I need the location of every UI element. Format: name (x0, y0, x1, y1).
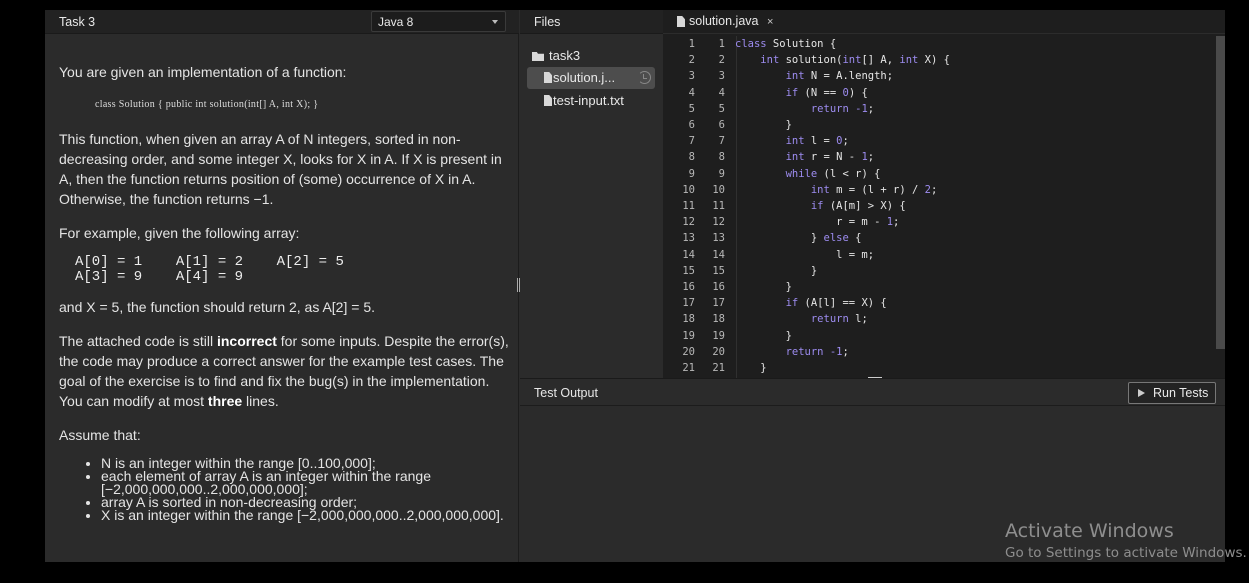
assumption-list: N is an integer within the range [0..100… (101, 456, 509, 522)
watermark-title: Activate Windows (1005, 520, 1174, 542)
incorrect-bold: incorrect (216, 333, 277, 349)
description-text: This function, when given an array A of … (59, 131, 502, 207)
line-number: 12 (682, 216, 695, 229)
example-result-text: and X = 5, the function should return 2,… (59, 299, 375, 315)
line-number: 2 (718, 54, 725, 67)
editor-scrollbar[interactable] (1216, 36, 1225, 349)
code-text-area[interactable]: 1 2 3 4 5 6 7 8 9 10 11 12 13 14 15 16 1… (663, 36, 1209, 378)
files-panel: Files task3 solution.j... test-input.txt (520, 10, 1138, 378)
line-number: 9 (718, 167, 725, 180)
folder-task3[interactable]: task3 (532, 48, 580, 63)
line-number: 20 (682, 345, 695, 358)
line-number: 14 (682, 248, 695, 261)
chevron-down-icon (492, 20, 498, 24)
line-number: 1 (688, 38, 695, 50)
play-icon (1138, 389, 1145, 397)
files-title: Files (534, 15, 561, 29)
line-number: 15 (682, 264, 695, 277)
close-icon[interactable]: × (767, 16, 773, 28)
line-number: 6 (688, 119, 695, 132)
line-number: 17 (712, 297, 725, 310)
watermark-subtitle: Go to Settings to activate Windows. (1005, 545, 1247, 561)
tab-label: solution.java (689, 14, 759, 28)
file-label: test-input.txt (553, 93, 624, 108)
line-number: 19 (682, 329, 695, 342)
line-number: 4 (688, 86, 695, 99)
line-numbers: 1 2 3 4 5 6 7 8 9 10 11 12 13 14 15 16 1… (663, 36, 695, 376)
line-number: 5 (688, 102, 695, 115)
file-icon (544, 72, 552, 83)
intro-text: You are given an implementation of a fun… (59, 64, 347, 80)
history-icon[interactable] (638, 71, 651, 84)
files-header: Files (520, 10, 663, 34)
line-number: 3 (688, 70, 695, 83)
file-label: solution.j... (553, 70, 616, 85)
line-number: 1 (718, 38, 725, 50)
line-number: 13 (682, 232, 695, 245)
run-tests-label: Run Tests (1153, 386, 1209, 400)
run-tests-button[interactable]: Run Tests (1128, 382, 1216, 404)
line-number: 7 (718, 135, 725, 148)
code-editor: solution.java × 1 2 3 4 5 6 7 8 9 10 11 … (663, 10, 1225, 378)
line-number: 10 (682, 183, 695, 196)
file-icon (677, 16, 685, 27)
folder-open-icon (532, 52, 544, 61)
function-signature: class Solution { public int solution(int… (95, 99, 319, 110)
line-number: 8 (688, 151, 695, 164)
three-bold: three (207, 393, 243, 409)
line-number: 11 (712, 200, 725, 213)
list-item: each element of array A is an integer wi… (101, 469, 509, 496)
line-numbers: 1 2 3 4 5 6 7 8 9 10 11 12 13 14 15 16 1… (697, 36, 725, 376)
language-select-value: Java 8 (378, 15, 414, 29)
line-number: 8 (718, 151, 725, 164)
incorrect-text-part: The attached code is still (59, 333, 217, 349)
line-number: 14 (712, 248, 725, 261)
line-number: 3 (718, 70, 725, 83)
line-number: 7 (688, 135, 695, 148)
line-number: 20 (712, 345, 725, 358)
file-icon (544, 95, 552, 106)
line-number: 10 (712, 183, 725, 196)
incorrect-text: The attached code is still incorrect for… (59, 331, 509, 411)
folder-label: task3 (549, 48, 581, 63)
line-number: 21 (682, 362, 695, 375)
source-code: class Solution { int solution(int[] A, i… (735, 38, 950, 375)
line-number: 9 (688, 167, 695, 180)
example-array: A[0] = 1 A[1] = 2 A[2] = 5 A[3] = 9 A[4] … (75, 255, 509, 285)
line-number: 6 (718, 119, 725, 132)
editor-tab-bar: solution.java × (663, 10, 1225, 34)
line-number: 5 (718, 102, 725, 115)
line-number: 4 (718, 86, 725, 99)
tab-solution-java[interactable]: solution.java × (677, 14, 773, 28)
line-number: 12 (712, 216, 725, 229)
line-number: 2 (688, 54, 695, 67)
language-select[interactable]: Java 8 (371, 11, 506, 32)
task-title: Task 3 (59, 15, 96, 29)
incorrect-text-part: lines. (242, 393, 279, 409)
test-output-title: Test Output (534, 386, 598, 400)
file-test-input[interactable]: test-input.txt (527, 90, 655, 112)
line-number: 21 (712, 362, 725, 375)
assume-heading: Assume that: (59, 427, 141, 443)
task-description: You are given an implementation of a fun… (59, 62, 509, 522)
line-number: 17 (682, 297, 695, 310)
example-array-line: A[0] = 1 A[1] = 2 A[2] = 5 (75, 254, 344, 270)
line-number: 15 (712, 264, 725, 277)
example-intro-text: For example, given the following array: (59, 225, 300, 241)
line-number: 16 (712, 281, 725, 294)
task-panel: Task 3 Java 8 You are given an implement… (45, 10, 520, 562)
file-solution-java[interactable]: solution.j... (527, 67, 655, 89)
line-number: 13 (712, 232, 725, 245)
example-array-line: A[3] = 9 A[4] = 9 (75, 269, 244, 285)
line-number: 11 (682, 200, 695, 213)
line-number: 18 (682, 313, 695, 326)
line-number: 18 (712, 313, 725, 326)
line-number: 19 (712, 329, 725, 342)
list-item: X is an integer within the range [−2,000… (101, 508, 509, 522)
app-window: Task 3 Java 8 You are given an implement… (45, 10, 1225, 562)
line-number: 16 (682, 281, 695, 294)
task-header: Task 3 Java 8 (45, 10, 519, 34)
test-output-header: Test Output Run Tests (520, 379, 1225, 406)
